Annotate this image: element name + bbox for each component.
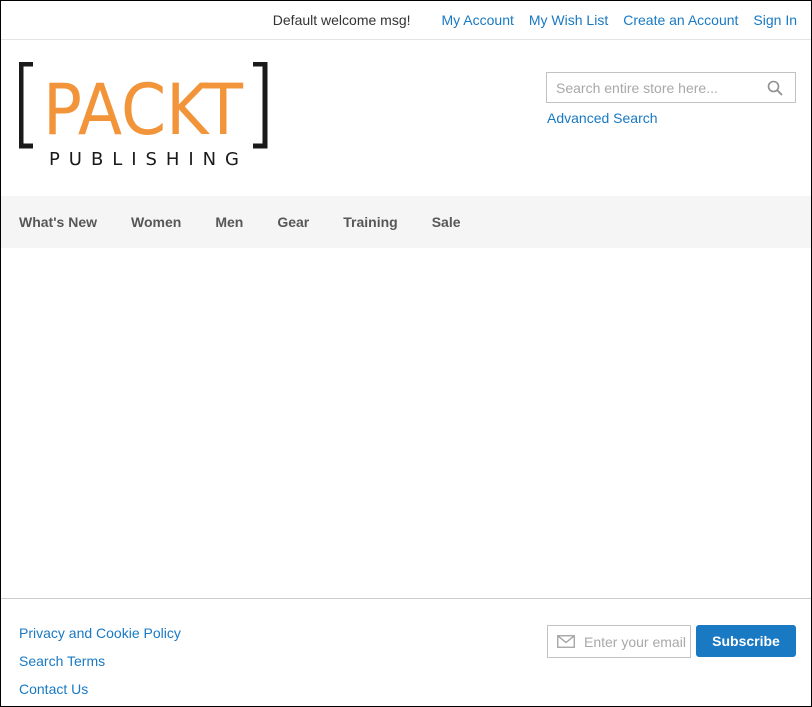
main-navigation: What's New Women Men Gear Training Sale xyxy=(1,196,811,248)
search-input[interactable] xyxy=(547,73,762,102)
nav-item-sale[interactable]: Sale xyxy=(432,214,461,230)
page-frame: Default welcome msg! My Account My Wish … xyxy=(0,0,812,707)
footer-links: Privacy and Cookie Policy Search Terms C… xyxy=(19,624,181,706)
logo-sub-text: PUBLISHING xyxy=(49,149,239,168)
page-footer: Privacy and Cookie Policy Search Terms C… xyxy=(1,598,811,706)
packt-logo[interactable]: PACKT PUBLISHING xyxy=(19,62,269,168)
newsletter-email-input[interactable] xyxy=(582,626,690,657)
create-account-link[interactable]: Create an Account xyxy=(623,12,738,28)
main-content xyxy=(1,248,811,598)
nav-item-whats-new[interactable]: What's New xyxy=(19,214,97,230)
advanced-search-link[interactable]: Advanced Search xyxy=(547,110,658,126)
contact-us-link[interactable]: Contact Us xyxy=(19,680,181,698)
nav-item-training[interactable]: Training xyxy=(343,214,397,230)
privacy-policy-link[interactable]: Privacy and Cookie Policy xyxy=(19,624,181,642)
search-box xyxy=(546,72,796,103)
search-terms-link[interactable]: Search Terms xyxy=(19,652,181,670)
logo-main-text: PACKT xyxy=(43,69,243,151)
welcome-message: Default welcome msg! xyxy=(272,12,411,28)
newsletter-field xyxy=(547,625,691,658)
nav-item-gear[interactable]: Gear xyxy=(277,214,309,230)
my-wish-list-link[interactable]: My Wish List xyxy=(529,12,608,28)
sign-in-link[interactable]: Sign In xyxy=(753,12,797,28)
subscribe-button[interactable]: Subscribe xyxy=(696,625,796,657)
my-account-link[interactable]: My Account xyxy=(442,12,514,28)
search-icon[interactable] xyxy=(767,80,783,96)
nav-item-men[interactable]: Men xyxy=(215,214,243,230)
top-links-bar: Default welcome msg! My Account My Wish … xyxy=(1,1,811,40)
envelope-icon xyxy=(557,635,575,648)
nav-item-women[interactable]: Women xyxy=(131,214,181,230)
